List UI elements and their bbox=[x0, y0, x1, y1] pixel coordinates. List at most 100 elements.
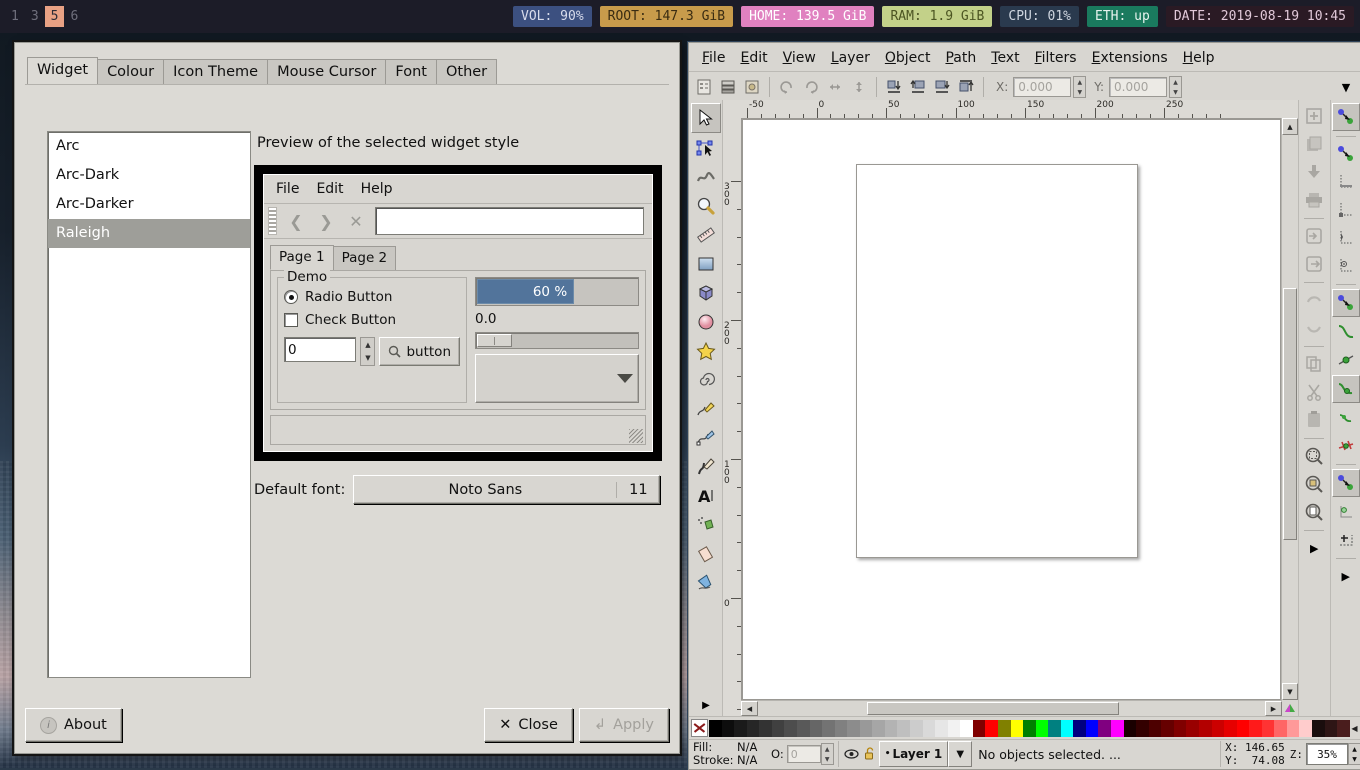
pencil-tool[interactable] bbox=[692, 395, 720, 423]
spin-down-icon[interactable]: ▼ bbox=[1074, 87, 1085, 97]
palette-swatch[interactable] bbox=[860, 720, 873, 737]
palette-swatch[interactable] bbox=[1312, 720, 1325, 737]
inkscape-menubar[interactable]: FileEditViewLayerObjectPathTextFiltersEx… bbox=[689, 43, 1360, 72]
toolbox-overflow-arrow[interactable]: ▶ bbox=[692, 694, 720, 716]
palette-swatch[interactable] bbox=[1325, 720, 1338, 737]
document-page[interactable] bbox=[856, 164, 1138, 558]
palette-swatch[interactable] bbox=[985, 720, 998, 737]
scroll-down-button[interactable]: ▼ bbox=[1282, 683, 1298, 700]
spin-down-icon[interactable]: ▼ bbox=[822, 754, 833, 764]
palette-swatch[interactable] bbox=[1023, 720, 1036, 737]
widget-theme-list[interactable]: ArcArc-DarkArc-DarkerRaleigh bbox=[47, 131, 251, 678]
inkscape-toolbox[interactable]: A bbox=[689, 100, 723, 716]
redo-icon[interactable] bbox=[1301, 315, 1327, 341]
menu-extensions[interactable]: Extensions bbox=[1085, 47, 1175, 69]
spiral-tool[interactable] bbox=[692, 366, 720, 394]
palette-swatch[interactable] bbox=[709, 720, 722, 737]
inkscape-commands-toolbar[interactable]: X: 0.000 ▲▼ Y: 0.000 ▲▼ ▼ bbox=[689, 72, 1360, 103]
spin-button-arrows[interactable]: ▲ ▼ bbox=[360, 337, 375, 366]
scale-knob[interactable] bbox=[477, 334, 512, 347]
spin-up-icon[interactable]: ▲ bbox=[1074, 77, 1085, 87]
workspace-1[interactable]: 1 bbox=[5, 6, 25, 27]
save-document-icon[interactable] bbox=[1301, 159, 1327, 185]
bezier-tool[interactable] bbox=[692, 424, 720, 452]
palette-swatch[interactable] bbox=[1136, 720, 1149, 737]
snap-path-line-icon[interactable] bbox=[1333, 347, 1359, 373]
theme-list-item[interactable]: Arc bbox=[48, 132, 250, 161]
flip-vertical-icon[interactable] bbox=[848, 76, 870, 98]
node-tool[interactable] bbox=[692, 134, 720, 162]
palette-swatch[interactable] bbox=[772, 720, 785, 737]
snap-bbox-edge-midpoint-icon[interactable] bbox=[1333, 225, 1359, 251]
palette-swatch[interactable] bbox=[1274, 720, 1287, 737]
measure-tool[interactable] bbox=[692, 221, 720, 249]
opacity-spinner[interactable]: ▲▼ bbox=[821, 743, 834, 765]
demo-button[interactable]: button bbox=[379, 337, 460, 366]
y-coordinate-field[interactable]: 0.000 bbox=[1109, 77, 1167, 97]
unlock-layer-icon[interactable] bbox=[861, 747, 879, 761]
palette-swatch[interactable] bbox=[910, 720, 923, 737]
open-document-icon[interactable] bbox=[1301, 131, 1327, 157]
eraser-tool[interactable] bbox=[692, 540, 720, 568]
palette-swatch[interactable] bbox=[885, 720, 898, 737]
palette-swatch[interactable] bbox=[973, 720, 986, 737]
scroll-left-button[interactable]: ◀ bbox=[741, 701, 758, 716]
horizontal-scale-slider[interactable] bbox=[475, 332, 639, 349]
vertical-scroll-thumb[interactable] bbox=[1283, 288, 1297, 540]
palette-swatch[interactable] bbox=[835, 720, 848, 737]
horizontal-ruler[interactable]: -50050100150200250 bbox=[723, 100, 1298, 119]
workspace-3[interactable]: 3 bbox=[25, 6, 45, 27]
color-palette[interactable]: ◀ bbox=[689, 716, 1360, 740]
radio-button-row[interactable]: Radio Button bbox=[284, 289, 460, 305]
cut-icon[interactable] bbox=[1301, 379, 1327, 405]
snap-nodes-paths-icon[interactable] bbox=[1332, 289, 1360, 317]
raise-to-top-icon[interactable] bbox=[883, 76, 905, 98]
spin-down-icon[interactable]: ▼ bbox=[361, 352, 374, 366]
toolbar-overflow-icon[interactable]: ▼ bbox=[1335, 76, 1357, 98]
layer-selector[interactable]: • Layer 1 bbox=[879, 741, 949, 767]
scroll-right-button[interactable]: ▶ bbox=[1265, 701, 1282, 716]
flip-horizontal-icon[interactable] bbox=[824, 76, 846, 98]
snap-bbox-edge-icon[interactable] bbox=[1333, 169, 1359, 195]
check-button[interactable] bbox=[284, 313, 298, 327]
preview-tab-page-2[interactable]: Page 2 bbox=[333, 246, 397, 270]
drawing-canvas[interactable] bbox=[742, 119, 1281, 700]
workspace-6[interactable]: 6 bbox=[64, 6, 84, 27]
tab-colour[interactable]: Colour bbox=[97, 59, 164, 85]
palette-swatch[interactable] bbox=[897, 720, 910, 737]
zoom-page-icon[interactable] bbox=[1301, 499, 1327, 525]
tweak-tool[interactable] bbox=[692, 163, 720, 191]
scroll-up-button[interactable]: ▲ bbox=[1282, 118, 1298, 135]
zoom-tool[interactable] bbox=[692, 192, 720, 220]
menu-filters[interactable]: Filters bbox=[1028, 47, 1084, 69]
commands-dock-overflow-icon[interactable]: ▶ bbox=[1301, 535, 1327, 561]
export-icon[interactable] bbox=[1301, 251, 1327, 277]
palette-overflow-icon[interactable]: ◀ bbox=[1350, 720, 1359, 737]
star-tool[interactable] bbox=[692, 337, 720, 365]
snap-dock-overflow-icon[interactable]: ▶ bbox=[1333, 563, 1359, 589]
snap-others-icon[interactable] bbox=[1332, 469, 1360, 497]
opacity-field[interactable]: 0 bbox=[787, 745, 821, 763]
spin-down-icon[interactable]: ▼ bbox=[1170, 87, 1181, 97]
workspace-switcher[interactable]: 1356 bbox=[0, 6, 84, 27]
spin-up-icon[interactable]: ▲ bbox=[1349, 744, 1360, 754]
zoom-spinner[interactable]: ▲▼ bbox=[1348, 743, 1360, 765]
zoom-selection-icon[interactable] bbox=[1301, 443, 1327, 469]
stop-icon[interactable]: ✕ bbox=[341, 208, 371, 234]
resize-grip-icon[interactable] bbox=[629, 429, 643, 443]
palette-swatch[interactable] bbox=[1048, 720, 1061, 737]
menu-layer[interactable]: Layer bbox=[824, 47, 877, 69]
commands-dock[interactable]: ▶ bbox=[1299, 100, 1330, 716]
palette-swatch[interactable] bbox=[960, 720, 973, 737]
tab-font[interactable]: Font bbox=[385, 59, 437, 85]
palette-swatch[interactable] bbox=[810, 720, 823, 737]
paste-icon[interactable] bbox=[1301, 407, 1327, 433]
menu-path[interactable]: Path bbox=[938, 47, 983, 69]
lower-to-bottom-icon[interactable] bbox=[955, 76, 977, 98]
preview-toolbar[interactable]: ❮ ❯ ✕ bbox=[264, 204, 652, 239]
palette-swatch[interactable] bbox=[747, 720, 760, 737]
snap-bounding-box-icon[interactable] bbox=[1333, 141, 1359, 167]
layer-dropdown-arrow[interactable]: ▼ bbox=[948, 741, 972, 767]
palette-swatch[interactable] bbox=[1299, 720, 1312, 737]
theme-list-item[interactable]: Arc-Dark bbox=[48, 161, 250, 190]
